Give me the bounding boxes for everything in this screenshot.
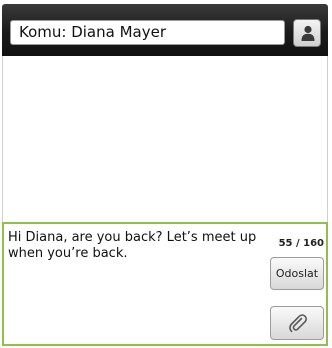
message-thread-area bbox=[2, 56, 328, 222]
recipient-field[interactable]: Komu: Diana Mayer bbox=[10, 20, 285, 45]
compose-message-screen: Komu: Diana Mayer Hi Diana, are you back… bbox=[2, 4, 328, 346]
paperclip-icon bbox=[289, 314, 307, 333]
attach-button[interactable] bbox=[270, 306, 324, 340]
composer-panel: Hi Diana, are you back? Let’s meet up wh… bbox=[2, 222, 328, 346]
person-icon bbox=[301, 25, 315, 41]
contact-picker-button[interactable] bbox=[293, 19, 321, 47]
message-input[interactable]: Hi Diana, are you back? Let’s meet up wh… bbox=[8, 230, 264, 310]
recipient-bar: Komu: Diana Mayer bbox=[2, 4, 328, 56]
send-button[interactable]: Odoslat bbox=[270, 257, 324, 290]
character-counter: 55 / 160 bbox=[278, 238, 324, 249]
